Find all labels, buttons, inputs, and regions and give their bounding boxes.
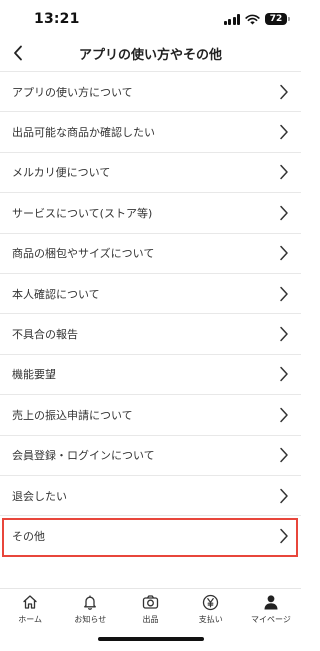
chevron-right-icon [280, 326, 288, 342]
tab-bar: ホーム お知らせ 出品 支払い マイページ [0, 588, 301, 628]
menu-item-label: サービスについて(ストア等) [12, 206, 153, 220]
tab-sell[interactable]: 出品 [120, 589, 180, 628]
home-indicator [98, 637, 204, 641]
status-bar: 13:21 72 [0, 0, 301, 38]
tab-notifications[interactable]: お知らせ [60, 589, 120, 628]
menu-item-payout-request[interactable]: 売上の振込申請について [0, 395, 301, 436]
chevron-right-icon [280, 165, 288, 180]
chevron-right-icon [280, 367, 288, 382]
tab-label: お知らせ [74, 615, 107, 624]
menu-item-listable-items[interactable]: 出品可能な商品か確認したい [0, 112, 301, 153]
chevron-right-icon [280, 246, 288, 261]
camera-icon [142, 595, 159, 609]
menu-item-packaging[interactable]: 商品の梱包やサイズについて [0, 234, 301, 274]
menu-item-other[interactable]: その他 [0, 516, 301, 557]
menu-item-label: 会員登録・ログインについて [12, 449, 155, 463]
menu-item-label: 売上の振込申請について [12, 408, 133, 422]
menu-item-mercari-shipping[interactable]: メルカリ便について [0, 153, 301, 194]
status-icons: 72 [223, 12, 290, 26]
menu-item-label: 出品可能な商品か確認したい [12, 126, 155, 140]
chevron-right-icon [280, 488, 288, 503]
signal-icon [223, 13, 240, 25]
menu-item-services[interactable]: サービスについて(ストア等) [0, 193, 301, 234]
chevron-right-icon [280, 286, 288, 301]
menu-item-label: 本人確認について [12, 287, 100, 301]
menu-item-label: メルカリ便について [12, 166, 111, 180]
chevron-right-icon [280, 205, 288, 221]
menu-item-label: 退会したい [12, 489, 67, 503]
battery-indicator: 72 [265, 13, 290, 25]
header: アプリの使い方やその他 [0, 38, 301, 68]
menu-item-identity-verification[interactable]: 本人確認について [0, 274, 301, 315]
chevron-right-icon [280, 84, 288, 99]
menu-item-label: 機能要望 [12, 368, 56, 382]
tab-label: 支払い [198, 615, 223, 624]
chevron-right-icon [280, 407, 288, 423]
chevron-right-icon [280, 529, 288, 544]
menu-item-app-usage[interactable]: アプリの使い方について [0, 72, 301, 113]
menu-item-label: 不具合の報告 [12, 328, 78, 342]
menu-item-registration-login[interactable]: 会員登録・ログインについて [0, 436, 301, 476]
menu-item-feature-request[interactable]: 機能要望 [0, 355, 301, 396]
chevron-right-icon [280, 124, 288, 140]
tab-payment[interactable]: 支払い [181, 589, 241, 628]
page-title: アプリの使い方やその他 [78, 48, 222, 63]
yen-icon [203, 594, 219, 610]
wifi-icon [245, 14, 260, 24]
menu-item-label: 商品の梱包やサイズについて [12, 247, 155, 261]
home-icon [23, 595, 37, 609]
chevron-right-icon [280, 447, 288, 463]
status-time: 13:21 [34, 11, 80, 27]
bell-icon [84, 595, 97, 610]
tab-label: 出品 [142, 615, 159, 624]
tab-mypage[interactable]: マイページ [241, 589, 301, 628]
menu-item-label: アプリの使い方について [12, 85, 133, 99]
tab-label: マイページ [250, 615, 291, 624]
tab-label: ホーム [18, 615, 42, 624]
menu-list: アプリの使い方について 出品可能な商品か確認したい メルカリ便について サービス… [0, 71, 301, 557]
tab-home[interactable]: ホーム [0, 589, 60, 628]
menu-item-label: その他 [12, 530, 45, 544]
person-icon [264, 595, 278, 610]
menu-item-withdraw[interactable]: 退会したい [0, 476, 301, 517]
highlight-outline [2, 518, 298, 557]
menu-item-bug-report[interactable]: 不具合の報告 [0, 314, 301, 355]
